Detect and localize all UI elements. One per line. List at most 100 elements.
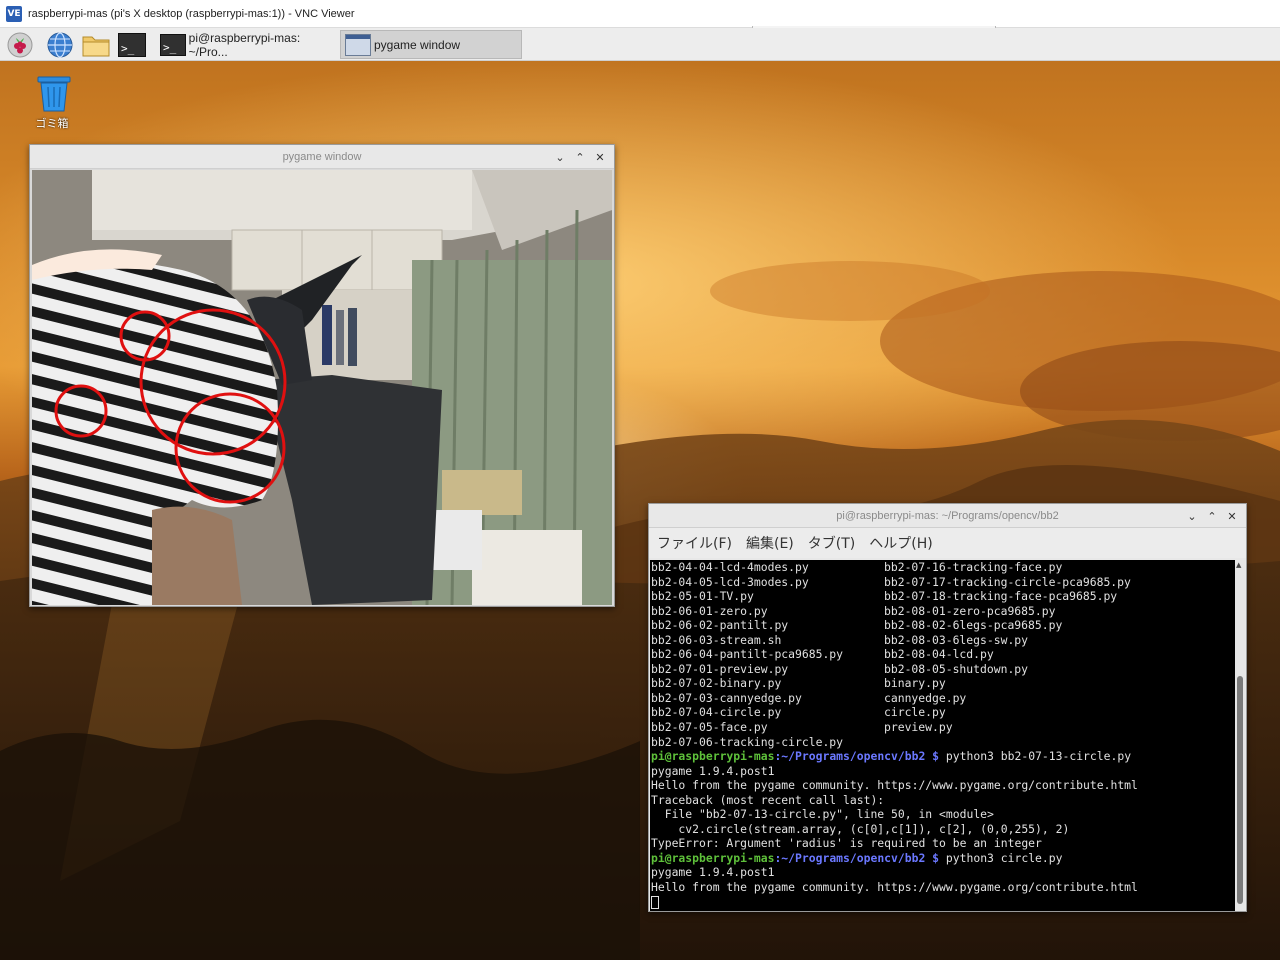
maximize-icon[interactable]: ⌃ (572, 149, 588, 165)
task-pygame-window[interactable]: pygame window (340, 30, 522, 59)
file-name: bb2-07-17-tracking-circle-pca9685.py (884, 574, 1131, 589)
file-name: bb2-04-05-lcd-3modes.py (651, 574, 809, 589)
prompt-path: :~/Programs/opencv/bb2 $ (774, 749, 940, 764)
listing-row: bb2-06-02-pantilt.py bb2-08-02-6legs-pca9… (651, 618, 1235, 633)
file-name: bb2-06-01-zero.py (651, 603, 768, 618)
pygame-titlebar[interactable]: pygame window ⌄ ⌃ ✕ (30, 145, 614, 169)
file-name: bb2-04-04-lcd-4modes.py (651, 560, 809, 574)
file-name: bb2-05-01-TV.py (651, 589, 754, 604)
close-icon[interactable]: ✕ (592, 149, 608, 165)
vnc-window-title: raspberrypi-mas (pi's X desktop (raspber… (28, 7, 355, 20)
file-name: bb2-07-05-face.py (651, 720, 768, 735)
terminal-window-title: pi@raspberrypi-mas: ~/Programs/opencv/bb… (836, 509, 1059, 522)
output-line: Hello from the pygame community. https:/… (651, 880, 1235, 895)
menu-edit[interactable]: 編集(E) (746, 533, 794, 553)
file-manager-icon[interactable] (82, 31, 110, 59)
listing-row: bb2-07-01-preview.py bb2-08-05-shutdown.p… (651, 662, 1235, 677)
camera-feed (32, 170, 612, 605)
raspberry-menu-icon[interactable] (6, 31, 34, 59)
output-line: cv2.circle(stream.array, (c[0],c[1]), c[… (651, 822, 1235, 837)
prompt-user: pi@raspberrypi-mas (651, 749, 775, 764)
prompt-line: pi@raspberrypi-mas:~/Programs/opencv/bb2… (651, 851, 1235, 866)
vnc-viewer-icon: VE (6, 5, 22, 22)
listing-row: bb2-05-01-TV.py bb2-07-18-tracking-face-p… (651, 589, 1235, 604)
listing-row: bb2-07-02-binary.py binary.py (651, 676, 1235, 691)
output-text: Hello from the pygame community. https:/… (651, 778, 1138, 793)
text-cursor (651, 895, 659, 909)
output-line: TypeError: Argument 'radius' is required… (651, 836, 1235, 851)
listing-row: bb2-07-06-tracking-circle.py (651, 735, 1235, 750)
output-text: Hello from the pygame community. https:/… (651, 880, 1138, 895)
close-icon[interactable]: ✕ (1224, 508, 1240, 524)
terminal-icon[interactable]: >_ (118, 31, 146, 59)
output-line: pygame 1.9.4.post1 (651, 865, 1235, 880)
command-text: python3 circle.py (939, 850, 1063, 865)
file-name: binary.py (884, 676, 946, 691)
file-name: circle.py (884, 705, 946, 720)
trash-label: ゴミ箱 (35, 117, 69, 130)
prompt-path: :~/Programs/opencv/bb2 $ (774, 850, 940, 865)
minimize-icon[interactable]: ⌄ (552, 149, 568, 165)
trash-desktop-icon[interactable]: ゴミ箱 (26, 75, 78, 131)
prompt-line: pi@raspberrypi-mas:~/Programs/opencv/bb2… (651, 749, 1235, 764)
file-name: bb2-08-04-lcd.py (884, 647, 994, 662)
output-line: Hello from the pygame community. https:/… (651, 778, 1235, 793)
detected-circle (119, 310, 171, 362)
detected-circle (139, 308, 287, 456)
scroll-up-icon[interactable]: ▲ (1236, 561, 1241, 569)
output-text: pygame 1.9.4.post1 (651, 865, 775, 880)
listing-row: bb2-06-04-pantilt-pca9685.py bb2-08-04-lc… (651, 647, 1235, 662)
file-name: cannyedge.py (884, 690, 967, 705)
detected-circle (174, 392, 286, 504)
terminal-icon: >_ (160, 33, 186, 56)
output-text: File "bb2-07-13-circle.py", line 50, in … (651, 807, 994, 822)
prompt-user: pi@raspberrypi-mas (651, 850, 775, 865)
file-name: bb2-08-02-6legs-pca9685.py (884, 618, 1063, 633)
terminal-menubar: ファイル(F) 編集(E) タブ(T) ヘルプ(H) (649, 528, 1246, 558)
menu-tabs[interactable]: タブ(T) (808, 533, 855, 553)
taskbar: >_ >_ pi@raspberrypi-mas: ~/Pro... pygam… (0, 28, 1280, 61)
output-text: TypeError: Argument 'radius' is required… (651, 836, 1042, 851)
maximize-icon[interactable]: ⌃ (1204, 508, 1220, 524)
terminal-scrollbar[interactable]: ▲ (1235, 560, 1245, 911)
file-name: bb2-06-03-stream.sh (651, 632, 782, 647)
command-text: python3 bb2-07-13-circle.py (939, 749, 1132, 764)
terminal-titlebar[interactable]: pi@raspberrypi-mas: ~/Programs/opencv/bb… (649, 504, 1246, 528)
pygame-window-title: pygame window (282, 150, 362, 163)
listing-row: bb2-06-01-zero.py bb2-08-01-zero-pca9685.… (651, 604, 1235, 619)
file-name: bb2-06-02-pantilt.py (651, 618, 789, 633)
window-icon (345, 33, 371, 56)
file-name: bb2-06-04-pantilt-pca9685.py (651, 647, 844, 662)
file-name: bb2-07-18-tracking-face-pca9685.py (884, 589, 1118, 604)
file-name: bb2-08-05-shutdown.py (884, 661, 1029, 676)
file-name: bb2-07-01-preview.py (651, 661, 789, 676)
listing-row: bb2-06-03-stream.sh bb2-08-03-6legs-sw.py (651, 633, 1235, 648)
output-line: File "bb2-07-13-circle.py", line 50, in … (651, 807, 1235, 822)
menu-file[interactable]: ファイル(F) (657, 533, 732, 553)
output-text: pygame 1.9.4.post1 (651, 763, 775, 778)
output-line: Traceback (most recent call last): (651, 793, 1235, 808)
pygame-window[interactable]: pygame window ⌄ ⌃ ✕ (29, 144, 615, 607)
output-text: cv2.circle(stream.array, (c[0],c[1]), c[… (651, 821, 1070, 836)
task-terminal[interactable]: >_ pi@raspberrypi-mas: ~/Pro... (156, 30, 340, 59)
listing-row: bb2-04-04-lcd-4modes.py bb2-07-16-trackin… (651, 560, 1235, 575)
web-browser-icon[interactable] (46, 31, 74, 59)
trash-icon (34, 75, 71, 112)
file-name: preview.py (884, 720, 953, 735)
minimize-icon[interactable]: ⌄ (1184, 508, 1200, 524)
output-text: Traceback (most recent call last): (651, 792, 885, 807)
file-name: bb2-07-06-tracking-circle.py (651, 734, 844, 749)
listing-row: bb2-07-03-cannyedge.py cannyedge.py (651, 691, 1235, 706)
listing-row: bb2-04-05-lcd-3modes.py bb2-07-17-trackin… (651, 575, 1235, 590)
menu-help[interactable]: ヘルプ(H) (869, 533, 932, 553)
terminal-output[interactable]: bb2-04-04-lcd-4modes.py bb2-07-16-trackin… (650, 560, 1235, 911)
scrollbar-thumb[interactable] (1237, 676, 1243, 904)
terminal-window[interactable]: pi@raspberrypi-mas: ~/Programs/opencv/bb… (648, 503, 1247, 912)
detected-circles-overlay (54, 308, 287, 504)
detected-circle (54, 384, 108, 438)
file-name: bb2-07-03-cannyedge.py (651, 690, 802, 705)
file-name: bb2-07-02-binary.py (651, 676, 782, 691)
file-name: bb2-07-16-tracking-face.py (884, 560, 1063, 574)
file-name: bb2-07-04-circle.py (651, 705, 782, 720)
output-line: pygame 1.9.4.post1 (651, 764, 1235, 779)
